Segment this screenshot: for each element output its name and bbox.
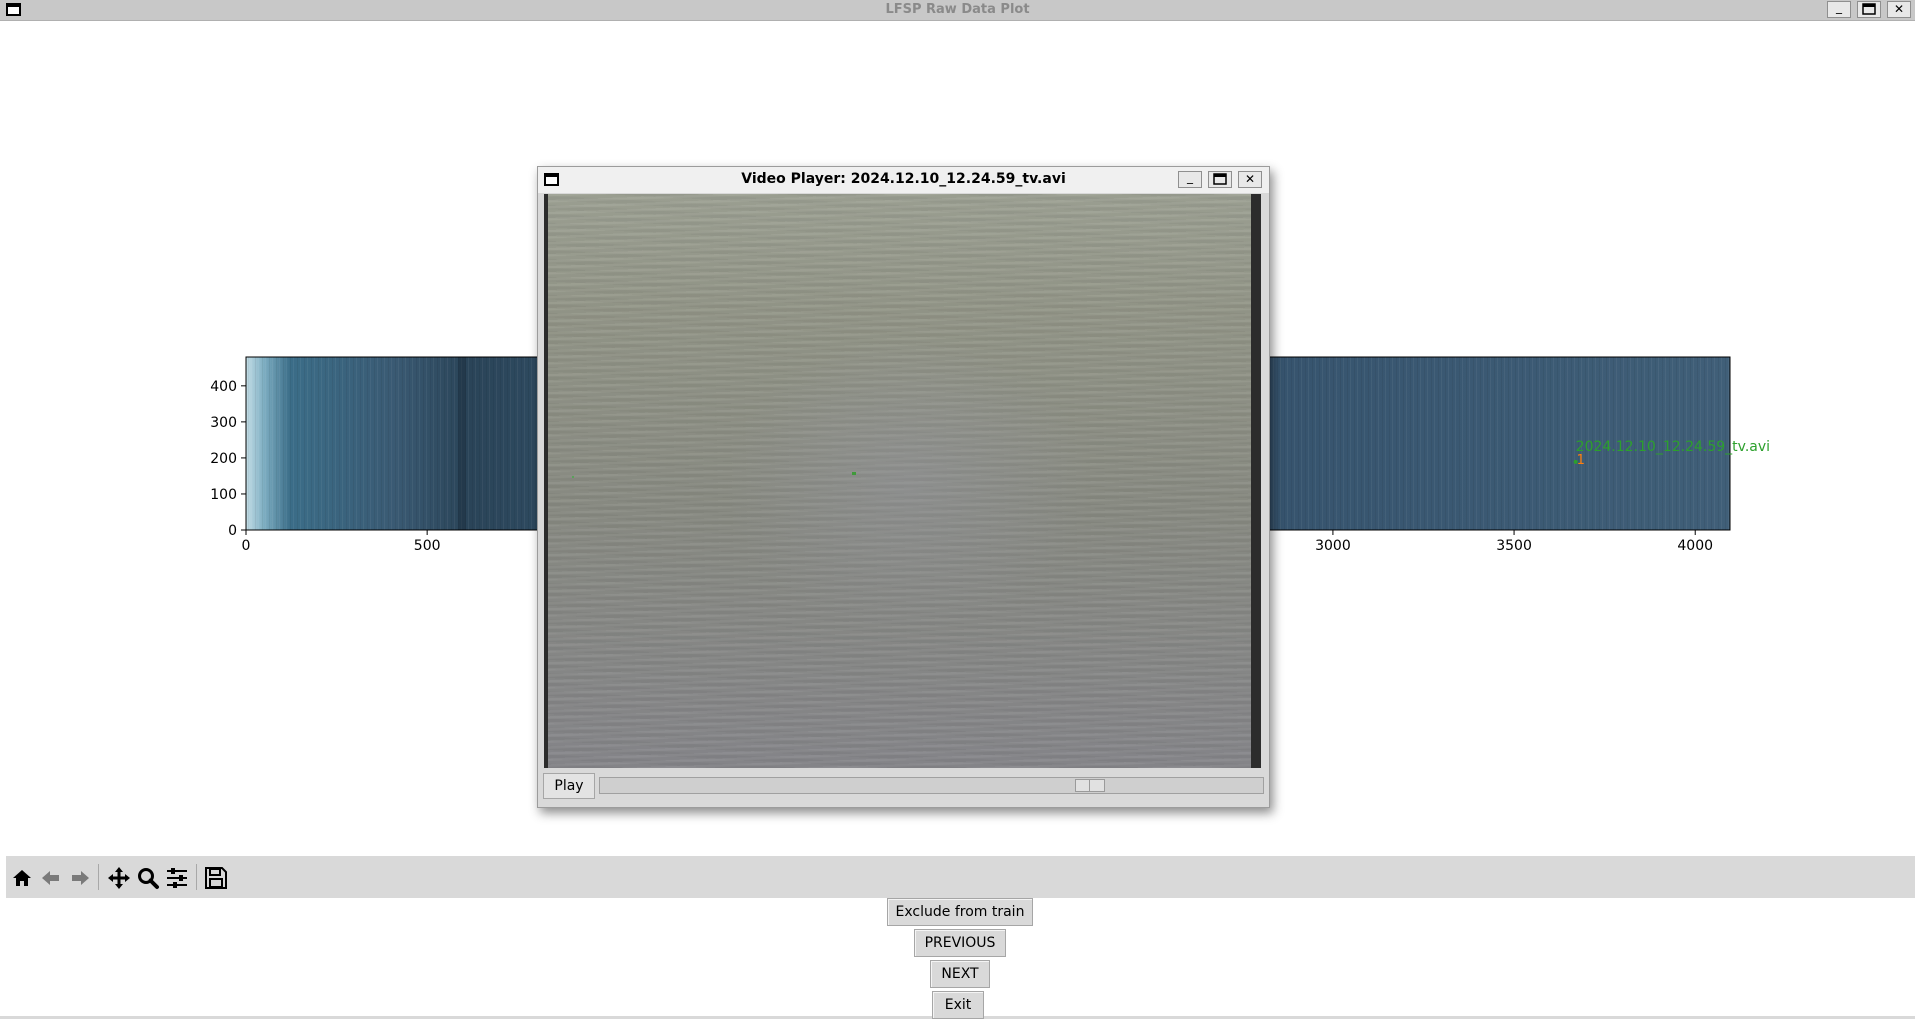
video-close-button[interactable]: ✕ xyxy=(1238,171,1262,188)
configure-icon[interactable] xyxy=(164,865,190,891)
video-titlebar: Video Player: 2024.12.10_12.24.59_tv.avi… xyxy=(538,167,1269,193)
save-icon[interactable] xyxy=(203,865,229,891)
exit-button[interactable]: Exit xyxy=(932,991,984,1019)
video-window-title: Video Player: 2024.12.10_12.24.59_tv.avi xyxy=(741,171,1066,187)
y-tick-label: 300 xyxy=(210,415,237,431)
pan-icon[interactable] xyxy=(106,865,132,891)
main-minimize-button[interactable]: _ xyxy=(1827,1,1851,18)
x-tick-label: 0 xyxy=(242,538,251,554)
y-tick-label: 100 xyxy=(210,487,237,503)
video-image xyxy=(548,194,1251,768)
main-maximize-button[interactable] xyxy=(1857,1,1881,18)
x-tick-label: 3500 xyxy=(1496,538,1532,554)
toolbar-separator xyxy=(98,864,99,890)
main-titlebar: LFSP Raw Data Plot _ ✕ xyxy=(0,0,1915,21)
video-player-window: Video Player: 2024.12.10_12.24.59_tv.avi… xyxy=(537,166,1270,808)
annotation-label: 2024.12.10_12.24.59_tv.avi xyxy=(1576,439,1770,455)
navigation-toolbar xyxy=(6,856,1915,898)
exclude-from-train-button[interactable]: Exclude from train xyxy=(887,898,1033,926)
y-tick-label: 200 xyxy=(210,451,237,467)
seek-slider-handle[interactable] xyxy=(1074,779,1105,792)
video-minimize-button[interactable]: _ xyxy=(1178,171,1202,188)
previous-button[interactable]: PREVIOUS xyxy=(914,929,1006,957)
next-button[interactable]: NEXT xyxy=(930,960,990,988)
back-icon[interactable] xyxy=(38,865,64,891)
main-window-title: LFSP Raw Data Plot xyxy=(885,2,1030,17)
annotation-point xyxy=(1573,459,1578,464)
video-frame[interactable] xyxy=(544,194,1261,768)
zoom-icon[interactable] xyxy=(135,865,161,891)
annotation-marker: 1 xyxy=(1577,453,1585,468)
target-dot xyxy=(852,472,856,475)
y-tick-label: 0 xyxy=(228,523,237,539)
x-tick-label: 500 xyxy=(414,538,441,554)
forward-icon[interactable] xyxy=(67,865,93,891)
seek-slider[interactable] xyxy=(599,777,1264,794)
y-tick-label: 400 xyxy=(210,379,237,395)
maximize-icon xyxy=(1213,173,1227,185)
main-close-button[interactable]: ✕ xyxy=(1887,1,1911,18)
play-button[interactable]: Play xyxy=(543,773,595,799)
main-window: LFSP Raw Data Plot _ ✕ 0 500 3000 3500 4… xyxy=(0,0,1915,1019)
x-tick-label: 4000 xyxy=(1677,538,1713,554)
target-dot xyxy=(572,476,574,478)
video-maximize-button[interactable] xyxy=(1208,171,1232,188)
heatmap-band xyxy=(458,357,466,530)
toolbar-separator xyxy=(196,864,197,890)
x-tick-label: 3000 xyxy=(1315,538,1351,554)
y-axis: 0 100 200 300 400 xyxy=(210,379,246,539)
home-icon[interactable] xyxy=(9,865,35,891)
maximize-icon xyxy=(1862,3,1876,15)
